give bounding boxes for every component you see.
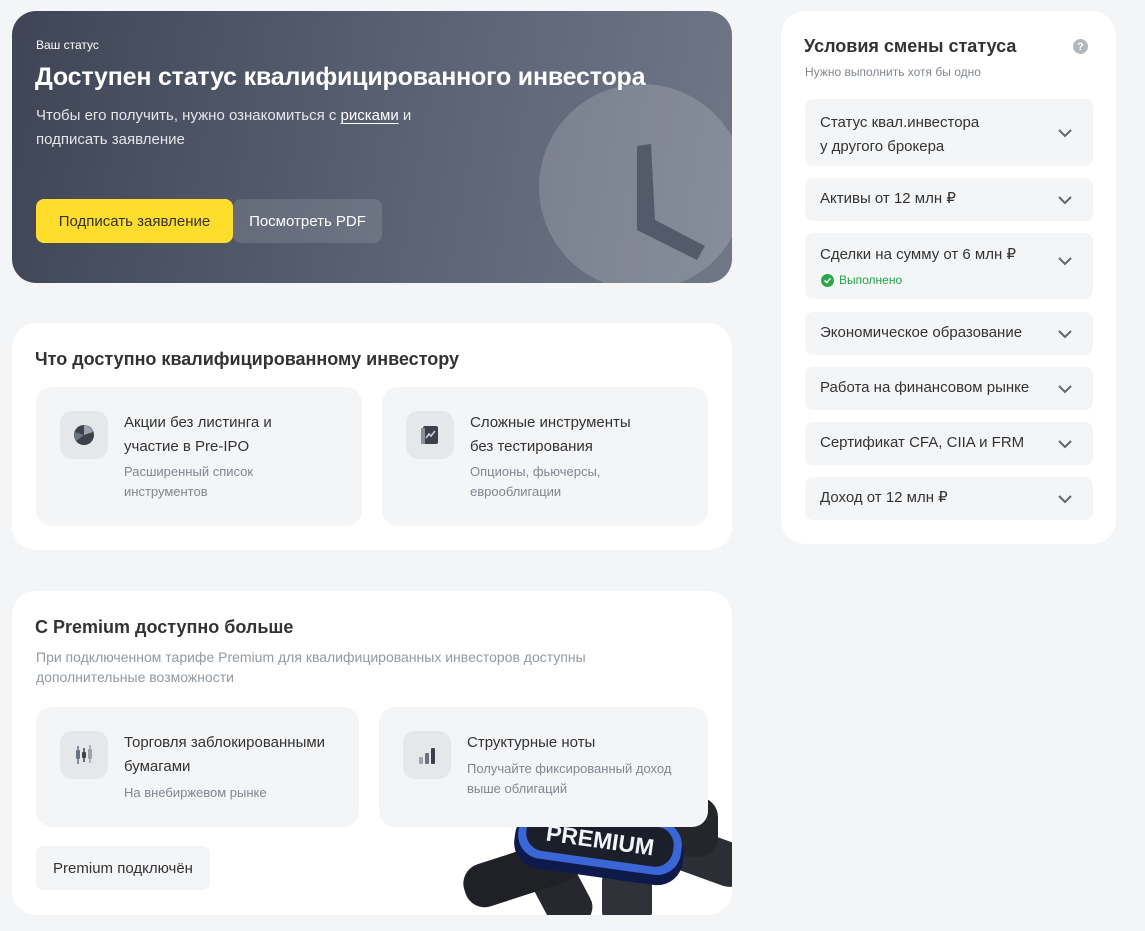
feature-title: Акции без листинга и участие в Pre-IPO	[124, 411, 272, 459]
condition-label: Экономическое образование	[820, 324, 1023, 341]
feature-title: Структурные ноты	[467, 731, 595, 755]
bar-chart-icon	[403, 731, 451, 779]
conditions-subtitle: Нужно выполнить хотя бы одно	[805, 65, 981, 79]
feature-title-line: без тестирования	[470, 438, 593, 455]
feature-description-line: Получайте фиксированный доход	[467, 761, 672, 776]
condition-other-broker[interactable]: Статус квал.инвестора у другого брокера	[805, 99, 1093, 166]
chevron-down-icon	[1058, 329, 1072, 338]
condition-finance-work[interactable]: Работа на финансовом рынке	[805, 367, 1093, 410]
feature-description-line: инструментов	[124, 484, 208, 499]
condition-economic-education[interactable]: Экономическое образование	[805, 312, 1093, 355]
chevron-down-icon	[1058, 439, 1072, 448]
status-eyebrow: Ваш статус	[36, 38, 99, 52]
condition-label: Статус квал.инвестора у другого брокера	[820, 111, 979, 159]
condition-assets[interactable]: Активы от 12 млн ₽	[805, 178, 1093, 221]
feature-title-line: Сложные инструменты	[470, 414, 631, 431]
chevron-down-icon	[1058, 128, 1072, 137]
premium-title: С Premium доступно больше	[35, 617, 294, 637]
premium-subtitle-line: При подключенном тарифе Premium для квал…	[36, 649, 586, 665]
feature-description-line: выше облигаций	[467, 781, 568, 796]
condition-label: Доход от 12 млн ₽	[820, 489, 948, 506]
condition-income[interactable]: Доход от 12 млн ₽	[805, 477, 1093, 520]
chevron-down-icon	[1058, 494, 1072, 503]
conditions-title: Условия смены статуса	[804, 36, 1017, 56]
hero-description-text: Чтобы его получить, нужно ознакомиться с	[36, 107, 341, 124]
clock-icon	[539, 84, 732, 283]
condition-trades[interactable]: Сделки на сумму от 6 млн ₽ Выполнено	[805, 233, 1093, 299]
feature-description-line: еврооблигации	[470, 484, 562, 499]
feature-title-line: Торговля заблокированными	[124, 734, 326, 751]
condition-status: Выполнено	[821, 273, 902, 287]
condition-label-line: у другого брокера	[820, 138, 945, 155]
premium-subtitle-line: дополнительные возможности	[36, 669, 234, 685]
feature-description-line: Опционы, фьючерсы,	[470, 464, 601, 479]
feature-title-line: бумагами	[124, 758, 191, 775]
condition-label: Сделки на сумму от 6 млн ₽	[820, 246, 1016, 263]
feature-description: На внебиржевом рынке	[124, 783, 267, 803]
page-title: Доступен статус квалифицированного инвес…	[35, 63, 646, 91]
chevron-down-icon	[1058, 195, 1072, 204]
condition-label: Активы от 12 млн ₽	[820, 190, 956, 207]
feature-title-line: Структурные ноты	[467, 734, 596, 751]
feature-title: Сложные инструменты без тестирования	[470, 411, 631, 459]
risks-link[interactable]: рисками	[341, 107, 399, 124]
condition-label: Сертификат CFA, CIIA и FRM	[820, 434, 1025, 451]
qualified-benefits-card: Что доступно квалифицированному инвестор…	[12, 323, 732, 550]
feature-description: Опционы, фьючерсы, еврооблигации	[470, 462, 600, 502]
feature-title-line: Акции без листинга и	[124, 414, 272, 431]
feature-description-line: На внебиржевом рынке	[124, 785, 267, 800]
chart-document-icon	[406, 411, 454, 459]
feature-description: Получайте фиксированный доход выше облиг…	[467, 759, 671, 799]
premium-connected-button[interactable]: Premium подключён	[36, 846, 210, 890]
feature-title: Торговля заблокированными бумагами	[124, 731, 325, 779]
check-circle-icon	[821, 273, 834, 287]
premium-subtitle: При подключенном тарифе Premium для квал…	[36, 647, 586, 687]
feature-description: Расширенный список инструментов	[124, 462, 253, 502]
feature-description-line: Расширенный список	[124, 464, 254, 479]
chevron-down-icon	[1058, 257, 1072, 266]
feature-unlisted-stocks[interactable]: Акции без листинга и участие в Pre-IPO Р…	[36, 387, 362, 526]
sign-application-button[interactable]: Подписать заявление	[36, 199, 233, 243]
condition-label: Работа на финансовом рынке	[820, 379, 1030, 396]
feature-structured-notes[interactable]: Структурные ноты Получайте фиксированный…	[379, 707, 708, 827]
chevron-down-icon	[1058, 384, 1072, 393]
premium-card: С Premium доступно больше При подключенн…	[12, 591, 732, 915]
condition-label-line: Статус квал.инвестора	[820, 114, 980, 131]
feature-blocked-securities[interactable]: Торговля заблокированными бумагами На вн…	[36, 707, 359, 827]
view-pdf-button[interactable]: Посмотреть PDF	[233, 199, 382, 243]
pie-chart-icon	[60, 411, 108, 459]
qualified-status-banner: Ваш статус Доступен статус квалифицирова…	[12, 11, 732, 283]
hero-description: Чтобы его получить, нужно ознакомиться с…	[36, 104, 456, 152]
qualified-benefits-title: Что доступно квалифицированному инвестор…	[35, 349, 460, 369]
feature-complex-instruments[interactable]: Сложные инструменты без тестирования Опц…	[382, 387, 708, 526]
condition-status-text: Выполнено	[839, 273, 903, 287]
help-icon[interactable]: ?	[1073, 39, 1088, 54]
status-conditions-panel: Условия смены статуса Нужно выполнить хо…	[781, 11, 1116, 544]
feature-title-line: участие в Pre-IPO	[124, 438, 250, 455]
candlestick-icon	[60, 731, 108, 779]
condition-certificate[interactable]: Сертификат CFA, CIIA и FRM	[805, 422, 1093, 465]
